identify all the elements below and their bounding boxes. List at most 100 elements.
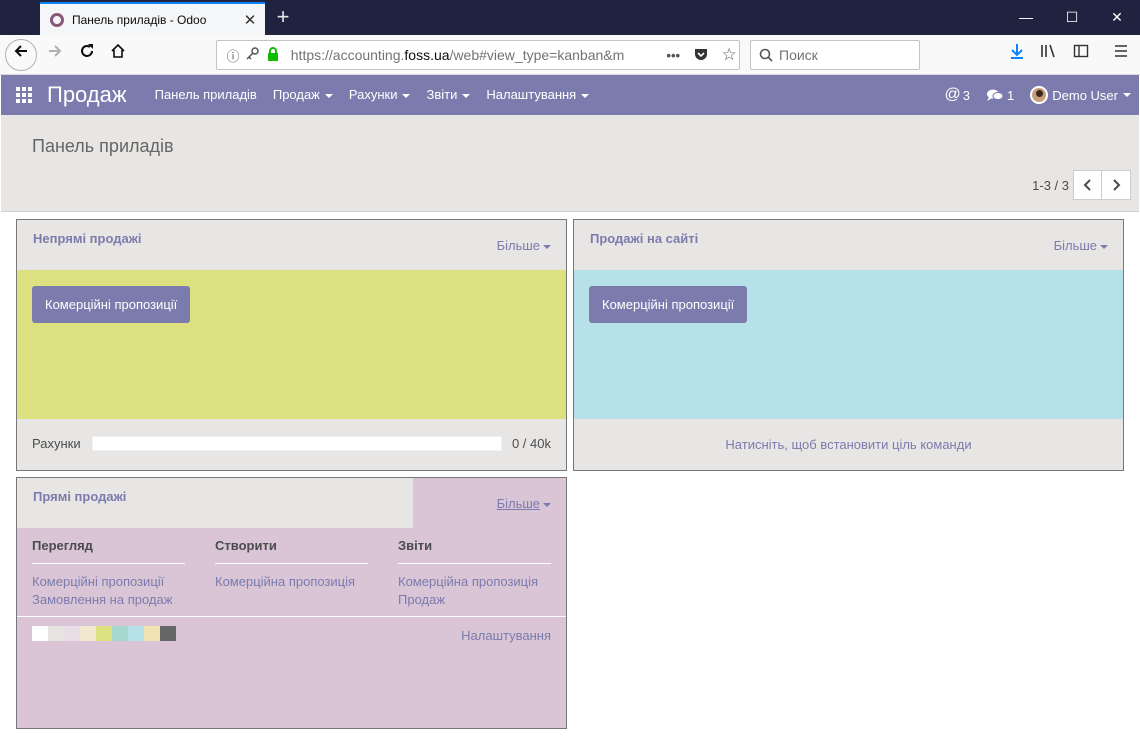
avatar xyxy=(1030,86,1049,104)
search-icon xyxy=(759,48,773,62)
user-menu[interactable]: Demo User xyxy=(1022,86,1139,104)
card-title[interactable]: Продажі на сайті xyxy=(590,231,698,246)
reports-column: Звіти Комерційна пропозиція Продаж xyxy=(398,538,551,609)
pager-previous-button[interactable] xyxy=(1073,170,1102,200)
chevron-left-icon xyxy=(1083,179,1091,191)
bookmark-star-icon[interactable]: ☆ xyxy=(719,45,739,65)
sales-orders-link[interactable]: Замовлення на продаж xyxy=(32,591,185,609)
browser-tab[interactable]: Панель приладів - Odoo ✕ xyxy=(40,2,265,35)
browser-tab-bar: Панель приладів - Odoo ✕ + — ☐ ✕ xyxy=(0,0,1140,35)
odoo-favicon-icon xyxy=(50,12,64,27)
download-icon xyxy=(1011,44,1023,59)
menu-settings[interactable]: Налаштування xyxy=(478,75,597,115)
close-window-button[interactable]: ✕ xyxy=(1094,0,1140,35)
lock-icon[interactable] xyxy=(263,46,283,64)
divider xyxy=(17,616,566,617)
color-swatch[interactable] xyxy=(144,626,160,641)
app-brand[interactable]: Продаж xyxy=(47,82,127,108)
sales-report-link[interactable]: Продаж xyxy=(398,591,551,609)
more-dropdown[interactable]: Більше xyxy=(1054,238,1108,253)
menu-dashboard[interactable]: Панель приладів xyxy=(147,75,265,115)
sidebar-icon xyxy=(1073,44,1089,58)
pager-next-button[interactable] xyxy=(1102,170,1131,200)
pocket-icon[interactable] xyxy=(691,47,711,64)
menu-invoices[interactable]: Рахунки xyxy=(341,75,419,115)
color-swatch[interactable] xyxy=(160,626,176,641)
arrow-left-icon xyxy=(14,45,27,57)
sidebar-button[interactable] xyxy=(1066,40,1096,70)
invoice-progress-bar[interactable] xyxy=(92,436,502,451)
card-header: Продажі на сайті Більше xyxy=(574,220,1123,270)
home-button[interactable] xyxy=(103,40,133,70)
mentions-button[interactable]: @ 3 xyxy=(937,86,978,104)
close-tab-icon[interactable]: ✕ xyxy=(239,11,261,29)
color-swatch[interactable] xyxy=(48,626,64,641)
systray: @ 3 1 Demo User xyxy=(937,75,1139,115)
settings-link[interactable]: Налаштування xyxy=(461,628,551,643)
mentions-count: 3 xyxy=(962,87,971,103)
search-bar[interactable] xyxy=(750,40,920,70)
card-body: Комерційні пропозиції xyxy=(574,270,1123,419)
quotation-report-link[interactable]: Комерційна пропозиція xyxy=(398,573,551,591)
team-card-direct-sales[interactable]: Прямі продажі Більше Перегляд Комерційні… xyxy=(16,477,567,729)
menu-button[interactable] xyxy=(1106,40,1136,70)
card-footer: Натисніть, щоб встановити ціль команди xyxy=(574,419,1123,470)
messages-button[interactable]: 1 xyxy=(978,88,1022,103)
quotations-link[interactable]: Комерційні пропозиції xyxy=(32,573,185,591)
color-swatch[interactable] xyxy=(80,626,96,641)
minimize-button[interactable]: — xyxy=(1003,0,1049,35)
color-swatch[interactable] xyxy=(32,626,48,641)
color-picker xyxy=(32,626,176,641)
back-button[interactable] xyxy=(5,39,37,71)
library-icon xyxy=(1041,44,1055,58)
quotations-button[interactable]: Комерційні пропозиції xyxy=(32,286,191,323)
at-icon: @ xyxy=(944,86,961,103)
column-title: Створити xyxy=(215,538,368,564)
card-title[interactable]: Непрямі продажі xyxy=(33,231,142,246)
color-swatch[interactable] xyxy=(128,626,144,641)
forward-button[interactable] xyxy=(40,40,70,70)
reload-icon xyxy=(81,44,93,57)
create-column: Створити Комерційна пропозиція xyxy=(215,538,368,591)
team-card-website-sales[interactable]: Продажі на сайті Більше Комерційні пропо… xyxy=(573,219,1124,471)
more-dropdown[interactable]: Більше xyxy=(497,238,551,253)
apps-menu-button[interactable] xyxy=(1,75,47,115)
page-actions-icon[interactable]: ••• xyxy=(663,48,683,63)
menu-reports[interactable]: Звіти xyxy=(418,75,478,115)
downloads-button[interactable] xyxy=(1002,40,1032,70)
apps-grid-icon xyxy=(16,87,32,103)
info-icon[interactable]: ⓘ xyxy=(223,46,243,65)
pager-value[interactable]: 1-3 / 3 xyxy=(1032,178,1069,193)
search-input[interactable] xyxy=(779,47,909,63)
reload-button[interactable] xyxy=(72,40,102,70)
messages-count: 1 xyxy=(1007,87,1015,103)
set-team-target-link[interactable]: Натисніть, щоб встановити ціль команди xyxy=(574,437,1123,452)
kanban-view: Непрямі продажі Більше Комерційні пропоз… xyxy=(1,212,1139,743)
maximize-button[interactable]: ☐ xyxy=(1049,0,1095,35)
column-title: Звіти xyxy=(398,538,551,564)
library-button[interactable] xyxy=(1034,40,1064,70)
card-title[interactable]: Прямі продажі xyxy=(33,489,126,504)
team-card-indirect-sales[interactable]: Непрямі продажі Більше Комерційні пропоз… xyxy=(16,219,567,471)
invoice-progress-value: 0 / 40k xyxy=(511,436,551,451)
menu-sales[interactable]: Продаж xyxy=(265,75,341,115)
hamburger-icon xyxy=(1115,45,1127,57)
breadcrumb: Панель приладів xyxy=(32,136,174,156)
home-icon xyxy=(111,43,125,58)
caret-down-icon xyxy=(1100,244,1108,249)
chat-icon xyxy=(987,89,1004,101)
caret-down-icon xyxy=(462,93,471,98)
quotations-button[interactable]: Комерційні пропозиції xyxy=(589,286,748,323)
color-swatch[interactable] xyxy=(96,626,112,641)
new-tab-button[interactable]: + xyxy=(270,4,296,30)
odoo-main-navbar: Продаж Панель приладів Продаж Рахунки Зв… xyxy=(1,75,1139,115)
more-dropdown[interactable]: Більше xyxy=(497,496,551,511)
card-header: Непрямі продажі Більше xyxy=(17,220,566,270)
caret-down-icon xyxy=(324,93,333,98)
url-bar[interactable]: ⓘ https://accounting.foss.ua/web#view_ty… xyxy=(216,40,740,70)
color-swatch[interactable] xyxy=(112,626,128,641)
color-swatch[interactable] xyxy=(64,626,80,641)
url-text[interactable]: https://accounting.foss.ua/web#view_type… xyxy=(291,47,650,63)
create-quotation-link[interactable]: Комерційна пропозиція xyxy=(215,573,368,591)
key-icon[interactable] xyxy=(243,47,263,63)
